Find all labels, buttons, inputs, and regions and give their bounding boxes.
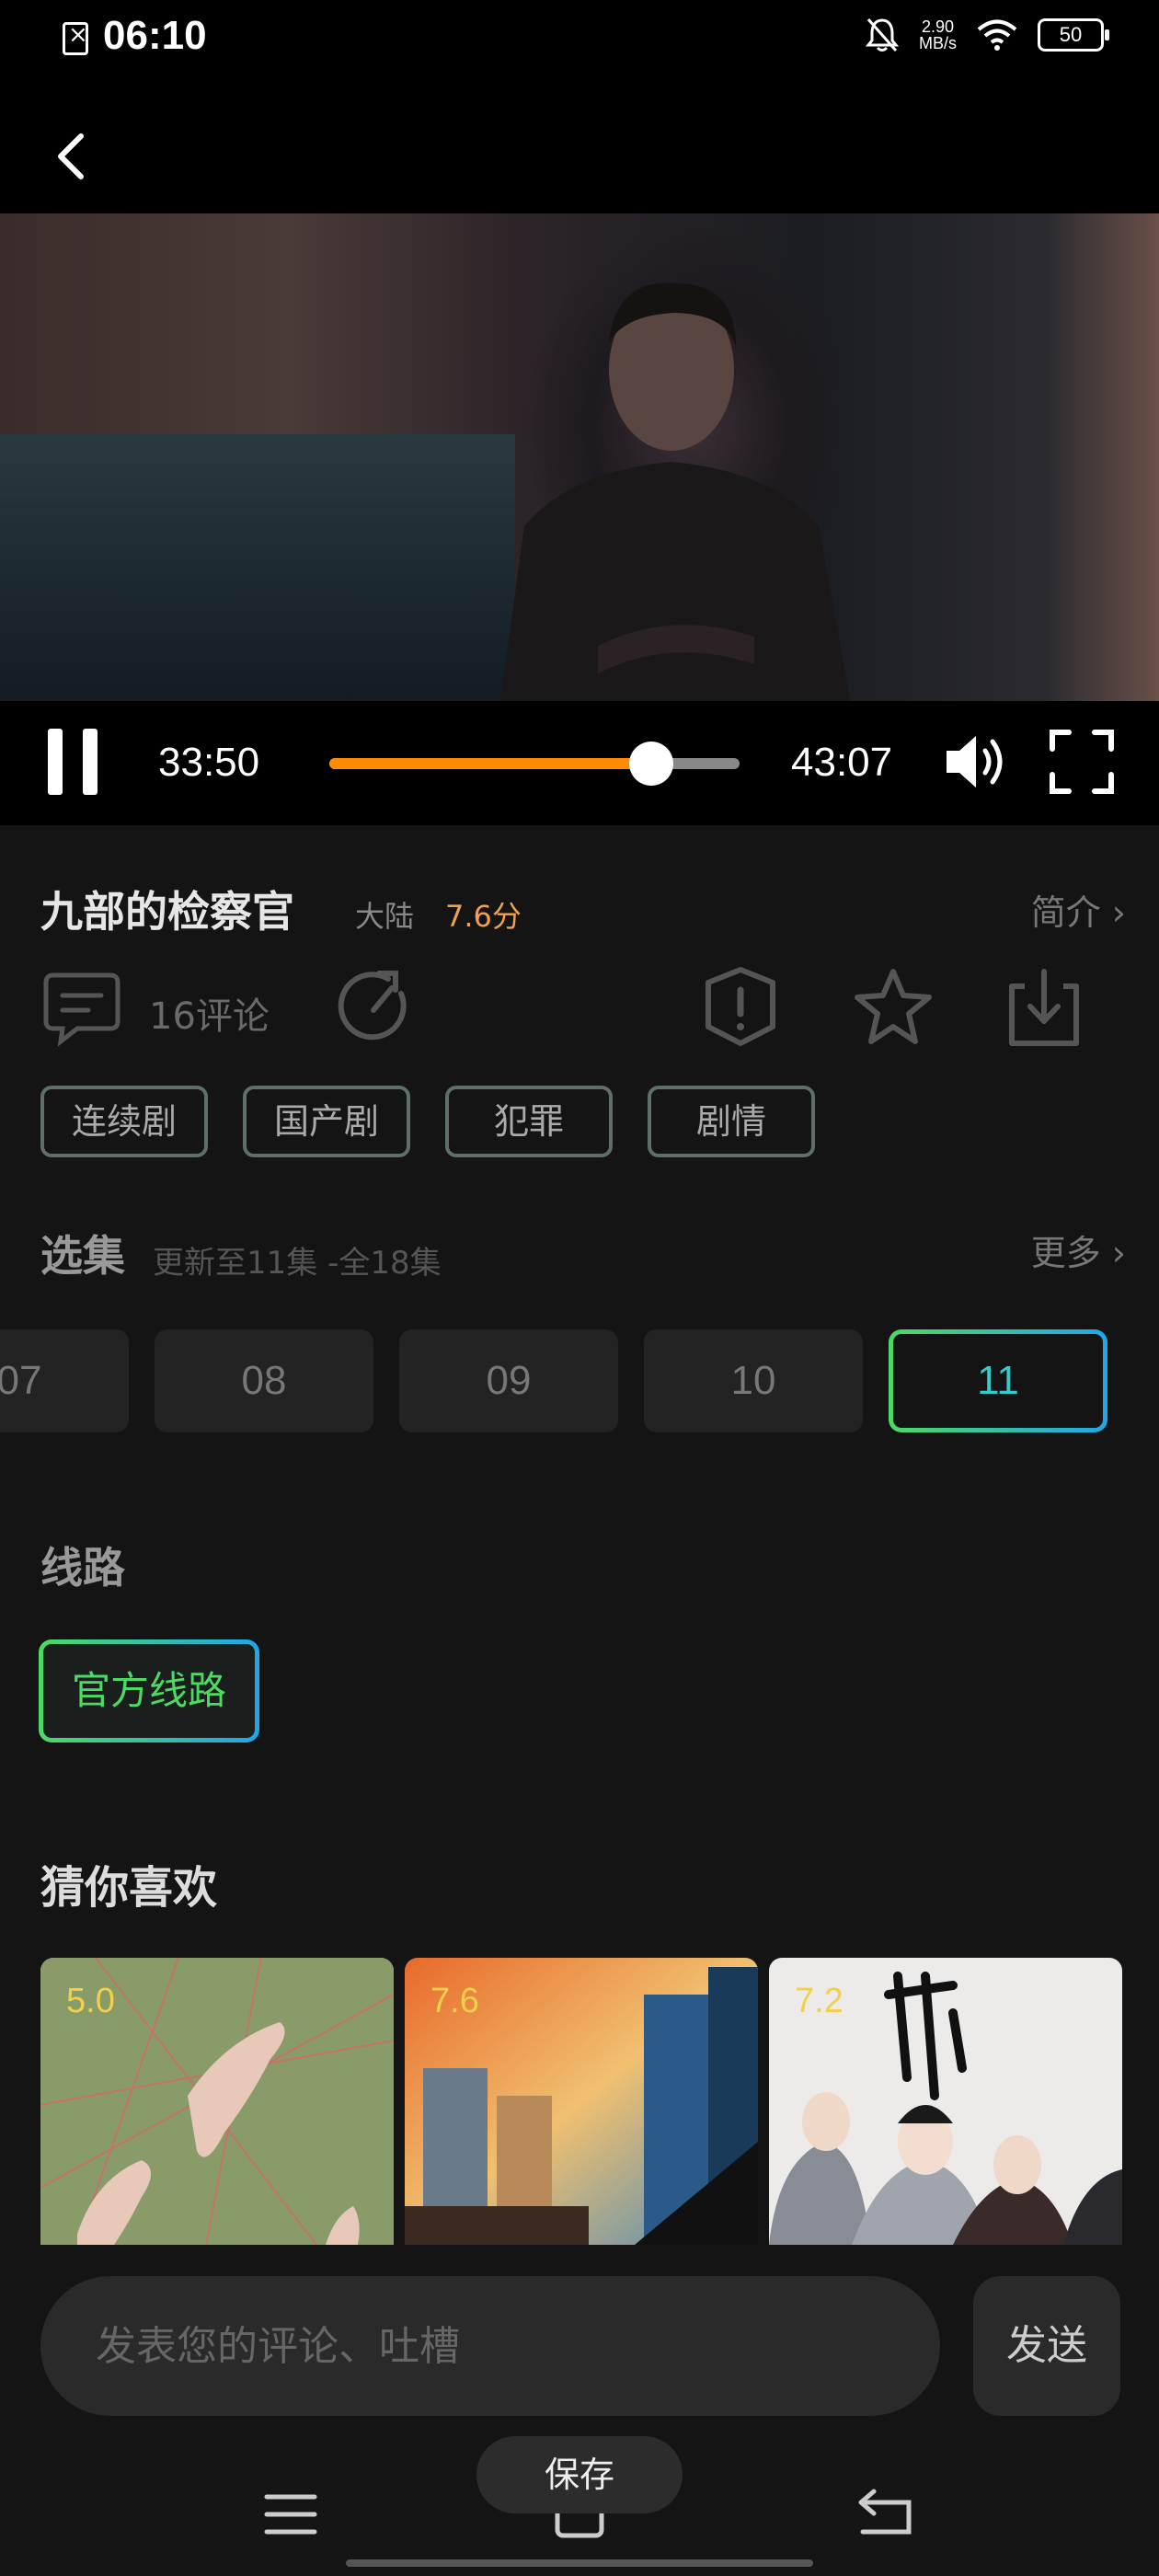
download-icon[interactable] bbox=[1003, 966, 1085, 1049]
share-icon[interactable] bbox=[335, 966, 418, 1049]
progress-fill bbox=[329, 758, 652, 769]
home-indicator bbox=[346, 2559, 813, 2567]
chevron-right-icon: › bbox=[1111, 1233, 1126, 1273]
episode-item[interactable]: 10 bbox=[644, 1329, 863, 1432]
genre-tags: 连续剧 国产剧 犯罪 剧情 bbox=[40, 1086, 815, 1157]
status-icons: 2.90 MB/s 50 bbox=[865, 17, 1109, 53]
send-button[interactable]: 发送 bbox=[973, 2276, 1120, 2416]
wifi-icon bbox=[977, 19, 1017, 51]
recommend-list: 5.0 7.6 7.2 bbox=[40, 1958, 1122, 2245]
episode-item-active[interactable]: 11 bbox=[889, 1329, 1107, 1432]
episodes-update-info: 更新至11集 -全18集 bbox=[153, 1245, 442, 1282]
route-button-official[interactable]: 官方线路 bbox=[39, 1639, 259, 1742]
progress-thumb[interactable] bbox=[629, 742, 674, 786]
status-time: 06:10 bbox=[103, 13, 207, 58]
episode-list[interactable]: 07 08 09 10 11 bbox=[0, 1329, 1159, 1432]
player-header bbox=[0, 83, 1159, 213]
network-speed: 2.90 MB/s bbox=[918, 17, 957, 52]
report-icon[interactable] bbox=[699, 966, 782, 1049]
show-title: 九部的检察官 bbox=[40, 887, 294, 937]
current-time: 33:50 bbox=[158, 740, 260, 785]
volume-icon[interactable] bbox=[943, 729, 1012, 795]
menu-icon[interactable] bbox=[263, 2491, 318, 2537]
video-frame[interactable] bbox=[0, 213, 1159, 701]
recommend-title: 猜你喜欢 bbox=[40, 1862, 218, 1914]
video-scene-person bbox=[500, 282, 851, 701]
intro-label: 简介 bbox=[1030, 892, 1101, 933]
episodes-title: 选集 bbox=[40, 1231, 125, 1281]
episode-item[interactable]: 09 bbox=[399, 1329, 618, 1432]
episode-item[interactable]: 08 bbox=[155, 1329, 373, 1432]
battery-indicator: 50 bbox=[1038, 18, 1109, 52]
favorite-star-icon[interactable] bbox=[852, 966, 935, 1049]
show-region: 大陆 bbox=[355, 899, 415, 934]
player-controls: 33:50 43:07 bbox=[0, 701, 1159, 825]
video-scene-table bbox=[0, 434, 515, 701]
pause-icon bbox=[48, 729, 63, 795]
save-toast: 保存 bbox=[476, 2436, 683, 2513]
episode-item[interactable]: 07 bbox=[0, 1329, 129, 1432]
tag[interactable]: 连续剧 bbox=[40, 1086, 208, 1157]
comment-icon[interactable] bbox=[40, 966, 123, 1049]
comment-input[interactable] bbox=[40, 2276, 940, 2416]
poster-card[interactable]: 5.0 bbox=[40, 1958, 394, 2245]
tag[interactable]: 国产剧 bbox=[243, 1086, 410, 1157]
tag[interactable]: 犯罪 bbox=[445, 1086, 613, 1157]
no-sim-icon bbox=[63, 21, 88, 55]
intro-link[interactable]: 简介 › bbox=[1031, 884, 1126, 935]
poster-score: 7.2 bbox=[795, 1982, 843, 2020]
status-bar: 06:10 2.90 MB/s 50 bbox=[0, 0, 1159, 83]
progress-bar[interactable] bbox=[329, 742, 740, 786]
comment-count[interactable]: 16评论 bbox=[149, 986, 270, 1040]
bell-off-icon bbox=[865, 18, 899, 52]
total-time: 43:07 bbox=[791, 740, 893, 785]
pause-button[interactable] bbox=[48, 729, 99, 795]
back-nav-icon[interactable] bbox=[855, 2488, 914, 2537]
chevron-right-icon: › bbox=[1111, 892, 1126, 933]
fullscreen-icon[interactable] bbox=[1049, 729, 1115, 795]
more-episodes-link[interactable]: 更多 › bbox=[1031, 1225, 1126, 1275]
back-icon[interactable] bbox=[46, 129, 101, 184]
poster-card[interactable]: 7.6 bbox=[405, 1958, 758, 2245]
more-label: 更多 bbox=[1030, 1233, 1101, 1273]
poster-card[interactable]: 7.2 bbox=[769, 1958, 1122, 2245]
action-row: 16评论 bbox=[40, 966, 1126, 1058]
poster-score: 7.6 bbox=[430, 1982, 479, 2020]
tag[interactable]: 剧情 bbox=[648, 1086, 815, 1157]
route-title: 线路 bbox=[40, 1543, 125, 1593]
comment-bar: 发送 bbox=[0, 2245, 1159, 2447]
show-score: 7.6分 bbox=[445, 899, 522, 934]
show-info: 九部的检察官 大陆 7.6分 简介 › bbox=[40, 879, 1126, 943]
episodes-header: 选集 更新至11集 -全18集 更多 › bbox=[40, 1219, 1126, 1283]
poster-score: 5.0 bbox=[66, 1982, 115, 2020]
